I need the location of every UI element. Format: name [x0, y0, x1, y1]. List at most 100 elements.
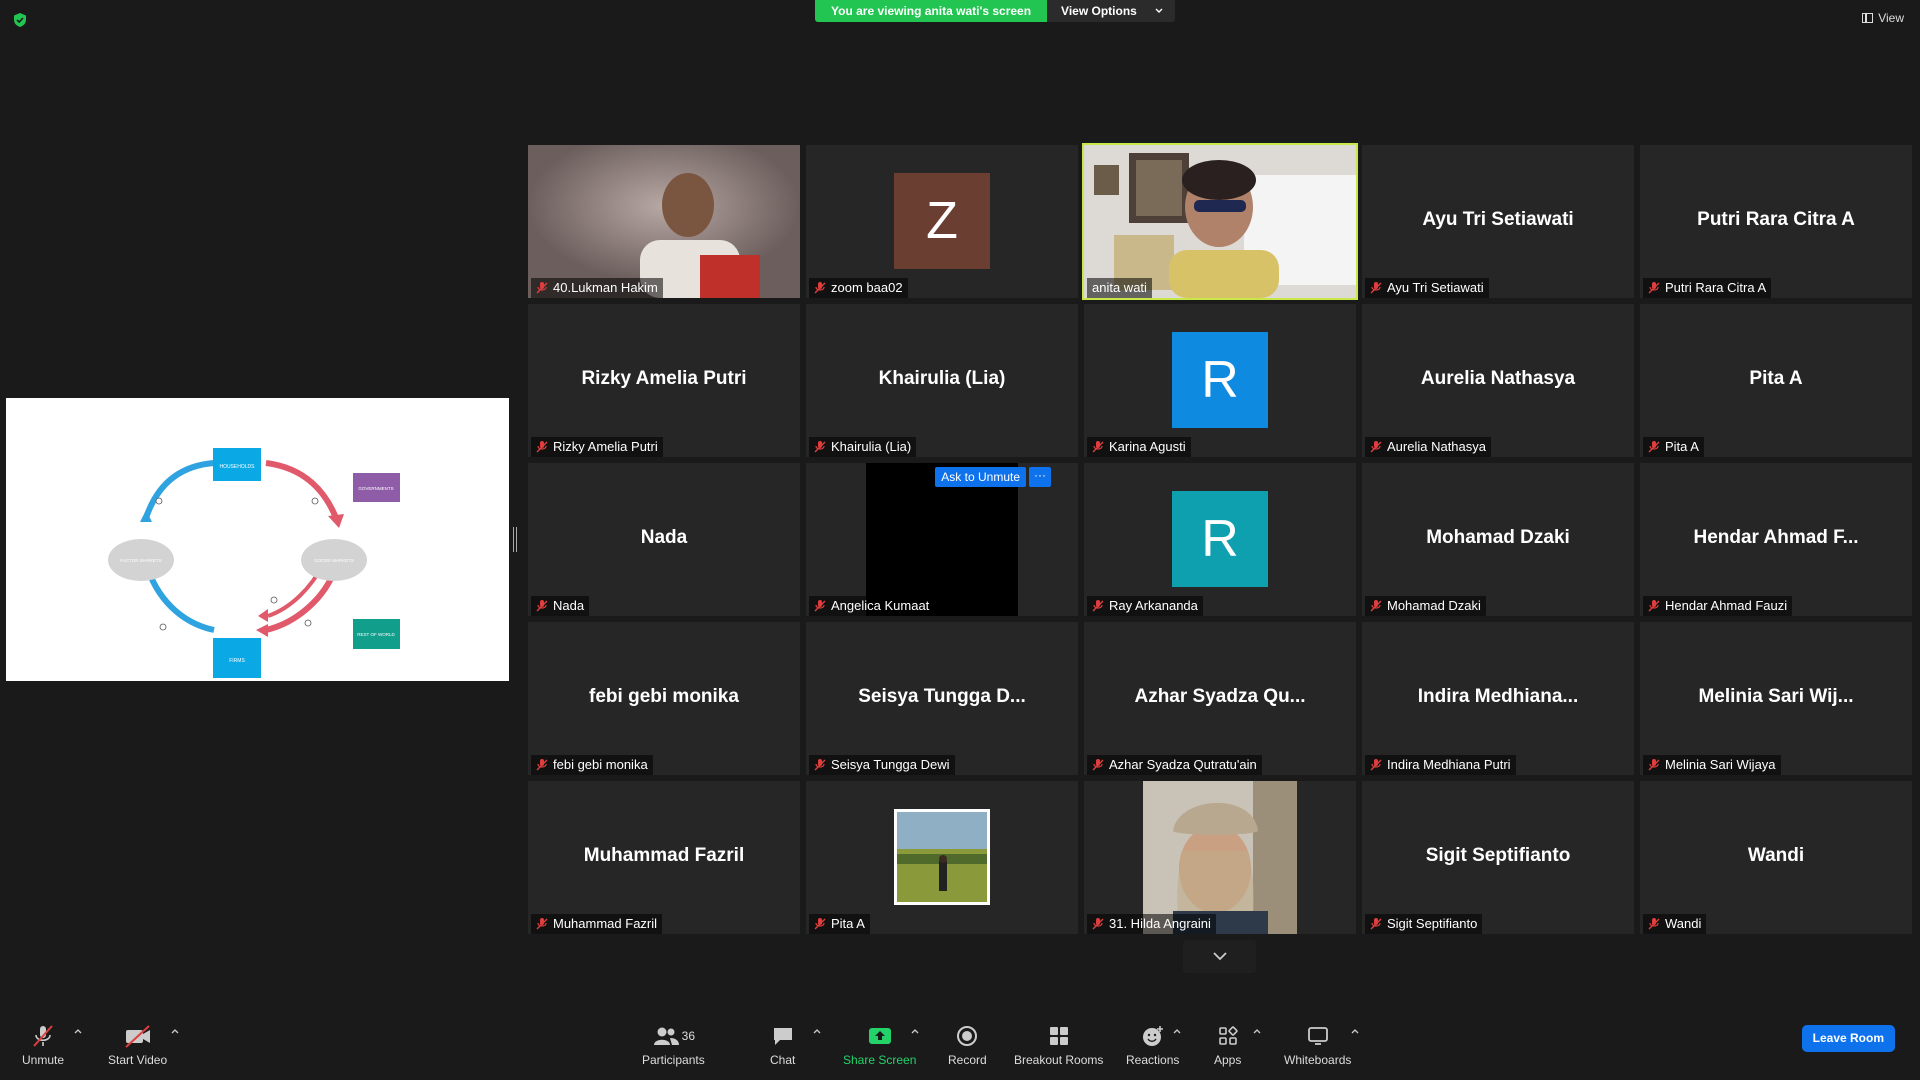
shared-screen[interactable]: HOUSEHOLDS FIRMS FACTOR MARKETS GOODS MA… [6, 398, 509, 681]
breakout-rooms-icon [1049, 1027, 1068, 1045]
participant-name: Hendar Ahmad Fauzi [1665, 598, 1788, 613]
participant-tile[interactable]: Rizky Amelia Putri Rizky Amelia Putri [528, 304, 800, 457]
participant-name: Ayu Tri Setiawati [1387, 280, 1484, 295]
goods-markets-label: GOODS MARKETS [314, 558, 354, 563]
chevron-up-icon[interactable] [73, 1026, 83, 1036]
participant-name: anita wati [1092, 280, 1147, 295]
chat-button[interactable]: Chat [770, 1022, 795, 1067]
participant-label: Putri Rara Citra A [1643, 278, 1772, 298]
ask-to-unmute-button[interactable]: Ask to Unmute [935, 467, 1026, 487]
unmute-button[interactable]: Unmute [22, 1022, 64, 1067]
whiteboard-icon [1307, 1027, 1328, 1045]
mic-muted-icon [33, 1025, 53, 1047]
chevron-up-icon[interactable] [170, 1026, 180, 1036]
screen-share-banner: You are viewing anita wati's screen View… [815, 0, 1175, 22]
participant-tile[interactable]: febi gebi monika febi gebi monika [528, 622, 800, 775]
participant-tile[interactable]: Putri Rara Citra A Putri Rara Citra A [1640, 145, 1912, 298]
participant-tile[interactable]: Azhar Syadza Qu... Azhar Syadza Qutratu'… [1084, 622, 1356, 775]
record-button[interactable]: Record [948, 1022, 987, 1067]
participants-button[interactable]: 36 Participants [642, 1022, 705, 1067]
flow-marker [304, 619, 312, 627]
participant-tile[interactable]: Aurelia Nathasya Aurelia Nathasya [1362, 304, 1634, 457]
participant-display-name: Melinia Sari Wij... [1698, 686, 1854, 707]
chevron-up-icon[interactable] [812, 1026, 822, 1036]
participant-label: Ayu Tri Setiawati [1365, 278, 1489, 298]
mic-muted-icon [814, 759, 826, 771]
participant-tile[interactable]: Ask to Unmute ··· Angelica Kumaat [806, 463, 1078, 616]
breakout-rooms-button[interactable]: Breakout Rooms [1014, 1022, 1103, 1067]
chevron-up-icon[interactable] [1252, 1026, 1262, 1036]
participant-tile[interactable]: 40.Lukman Hakim [528, 145, 800, 298]
participant-name: Wandi [1665, 916, 1702, 931]
participant-tile[interactable]: Seisya Tungga D... Seisya Tungga Dewi [806, 622, 1078, 775]
participant-display-name: febi gebi monika [589, 686, 739, 707]
participant-tile[interactable]: Khairulia (Lia) Khairulia (Lia) [806, 304, 1078, 457]
red-flow-arrow-top [265, 460, 339, 520]
whiteboards-button[interactable]: Whiteboards [1284, 1022, 1351, 1067]
mic-muted-icon [1370, 600, 1382, 612]
security-shield-icon[interactable] [12, 12, 28, 28]
participant-name: Melinia Sari Wijaya [1665, 757, 1776, 772]
view-options-button[interactable]: View Options [1047, 0, 1175, 22]
apps-button[interactable]: Apps [1214, 1022, 1241, 1067]
view-button[interactable]: View [1862, 11, 1904, 25]
participant-tile[interactable]: R Ray Arkananda [1084, 463, 1356, 616]
participant-tile[interactable]: R Karina Agusti [1084, 304, 1356, 457]
chevron-down-icon [1212, 952, 1227, 961]
participant-label: Khairulia (Lia) [809, 437, 917, 457]
participant-display-name: Azhar Syadza Qu... [1134, 686, 1306, 707]
participant-name: Angelica Kumaat [831, 598, 930, 613]
participant-tile[interactable]: Mohamad Dzaki Mohamad Dzaki [1362, 463, 1634, 616]
mic-muted-icon [814, 282, 826, 294]
arrowhead-icon [328, 514, 344, 528]
participant-display-name: Wandi [1747, 845, 1805, 866]
participant-video [528, 145, 800, 298]
leave-room-button[interactable]: Leave Room [1801, 1025, 1895, 1052]
chevron-up-icon[interactable] [1172, 1026, 1182, 1036]
participant-tile[interactable]: Indira Medhiana... Indira Medhiana Putri [1362, 622, 1634, 775]
participant-tile[interactable]: Pita A Pita A [1640, 304, 1912, 457]
participant-tile[interactable]: Melinia Sari Wij... Melinia Sari Wijaya [1640, 622, 1912, 775]
chevron-up-icon[interactable] [1350, 1026, 1360, 1036]
participant-tile[interactable]: Z zoom baa02 [806, 145, 1078, 298]
apps-label: Apps [1214, 1053, 1242, 1067]
participant-tile[interactable]: Nada Nada [528, 463, 800, 616]
participant-name: Rizky Amelia Putri [553, 439, 658, 454]
participant-label: Rizky Amelia Putri [531, 437, 663, 457]
whiteboards-label: Whiteboards [1284, 1053, 1352, 1067]
mic-muted-icon [1648, 441, 1660, 453]
participant-tile[interactable]: Ayu Tri Setiawati Ayu Tri Setiawati [1362, 145, 1634, 298]
mic-muted-icon [1648, 759, 1660, 771]
participant-tile-active-speaker[interactable]: anita wati [1082, 143, 1358, 300]
participant-name: Pita A [831, 916, 865, 931]
arrowhead-icon [258, 609, 268, 622]
start-video-button[interactable]: Start Video [108, 1022, 167, 1067]
participant-tile[interactable]: Sigit Septifianto Sigit Septifianto [1362, 781, 1634, 934]
mic-muted-icon [1648, 282, 1660, 294]
participant-name: Ray Arkananda [1109, 598, 1198, 613]
mic-muted-icon [536, 759, 548, 771]
participant-label: Seisya Tungga Dewi [809, 755, 955, 775]
participant-name: Seisya Tungga Dewi [831, 757, 950, 772]
chevron-up-icon[interactable] [910, 1026, 920, 1036]
mic-muted-icon [1370, 759, 1382, 771]
participant-label: Melinia Sari Wijaya [1643, 755, 1781, 775]
share-resize-handle[interactable] [513, 527, 517, 552]
participant-tile[interactable]: Pita A [806, 781, 1078, 934]
participant-video [1143, 781, 1297, 934]
mic-muted-icon [536, 282, 548, 294]
participant-display-name: Seisya Tungga D... [858, 686, 1026, 707]
participant-name: Muhammad Fazril [553, 916, 658, 931]
participant-tile[interactable]: 31. Hilda Angraini [1084, 781, 1356, 934]
participant-tile[interactable]: Hendar Ahmad F... Hendar Ahmad Fauzi [1640, 463, 1912, 616]
mic-muted-icon [1092, 600, 1104, 612]
more-options-button[interactable]: ··· [1029, 467, 1051, 487]
share-screen-button[interactable]: Share Screen [843, 1022, 916, 1067]
participant-tile[interactable]: Wandi Wandi [1640, 781, 1912, 934]
households-label: HOUSEHOLDS [219, 464, 255, 470]
gallery-grid: 40.Lukman Hakim Z zoom baa02 anita wati … [528, 143, 1912, 934]
reactions-icon [1142, 1026, 1163, 1046]
gallery-next-page-button[interactable] [1183, 940, 1256, 973]
participant-tile[interactable]: Muhammad Fazril Muhammad Fazril [528, 781, 800, 934]
mic-muted-icon [536, 441, 548, 453]
